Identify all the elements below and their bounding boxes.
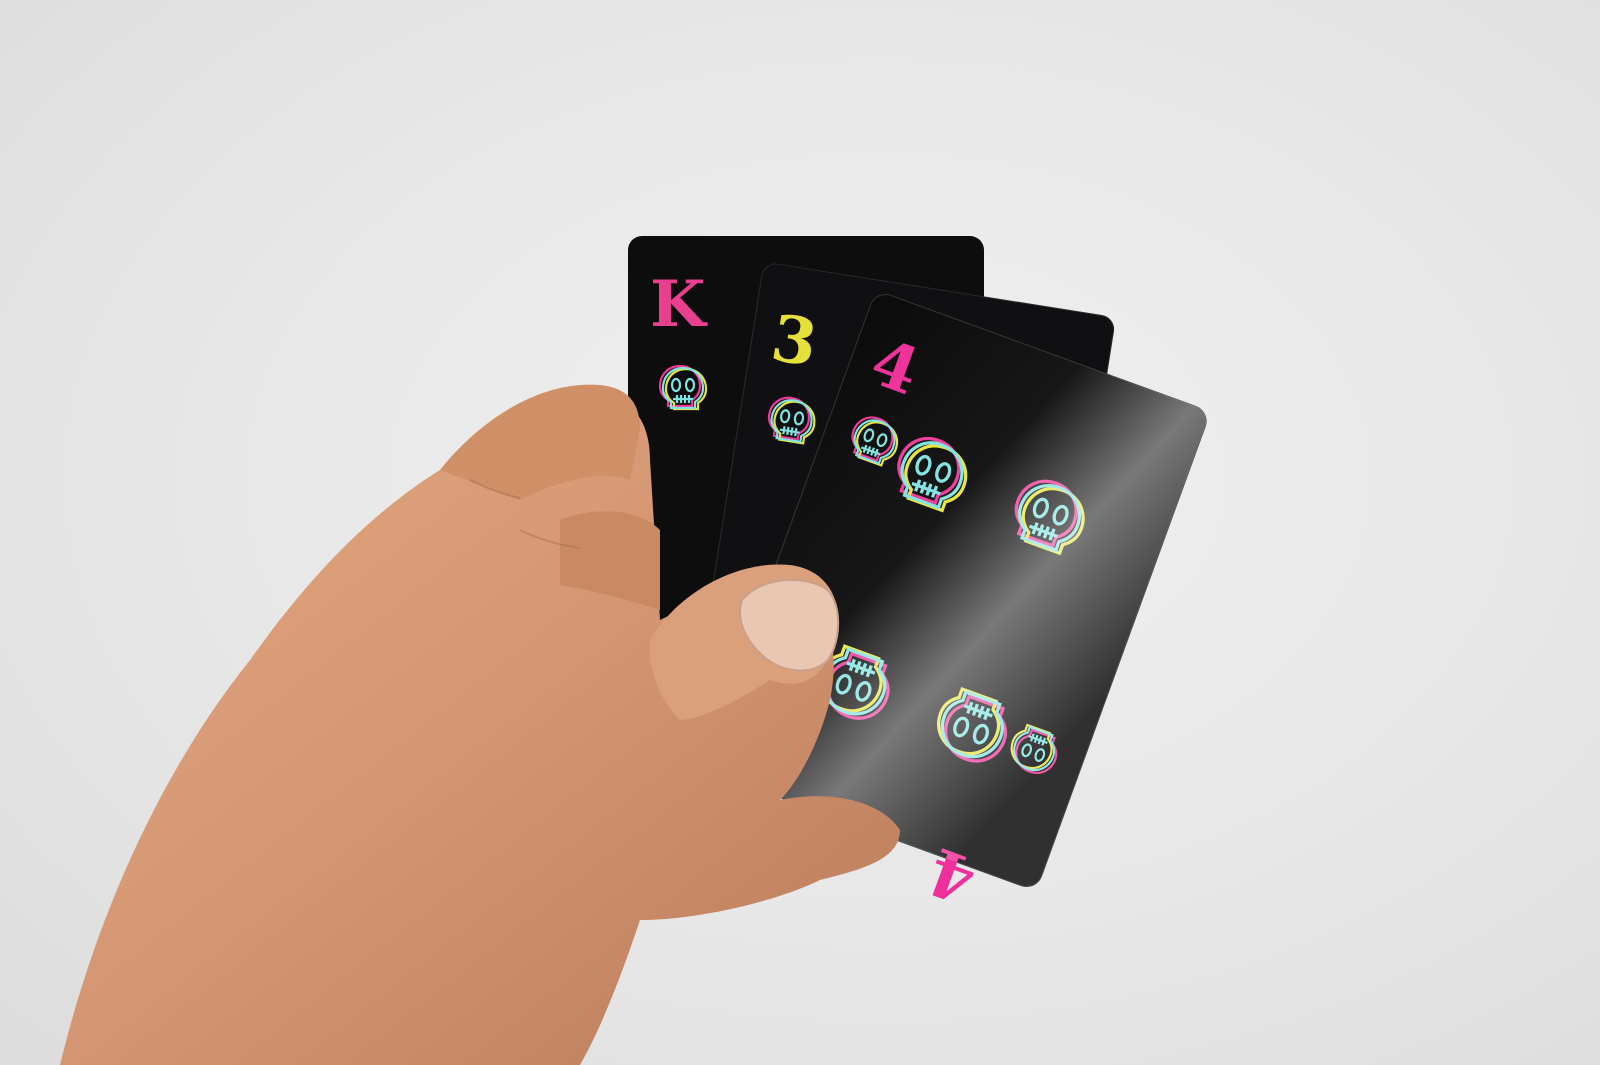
card-back-rank: K xyxy=(650,267,708,342)
photo-scene: K 3 4 4 xyxy=(0,0,1600,1065)
scene-svg: K 3 4 4 xyxy=(60,236,1207,1065)
